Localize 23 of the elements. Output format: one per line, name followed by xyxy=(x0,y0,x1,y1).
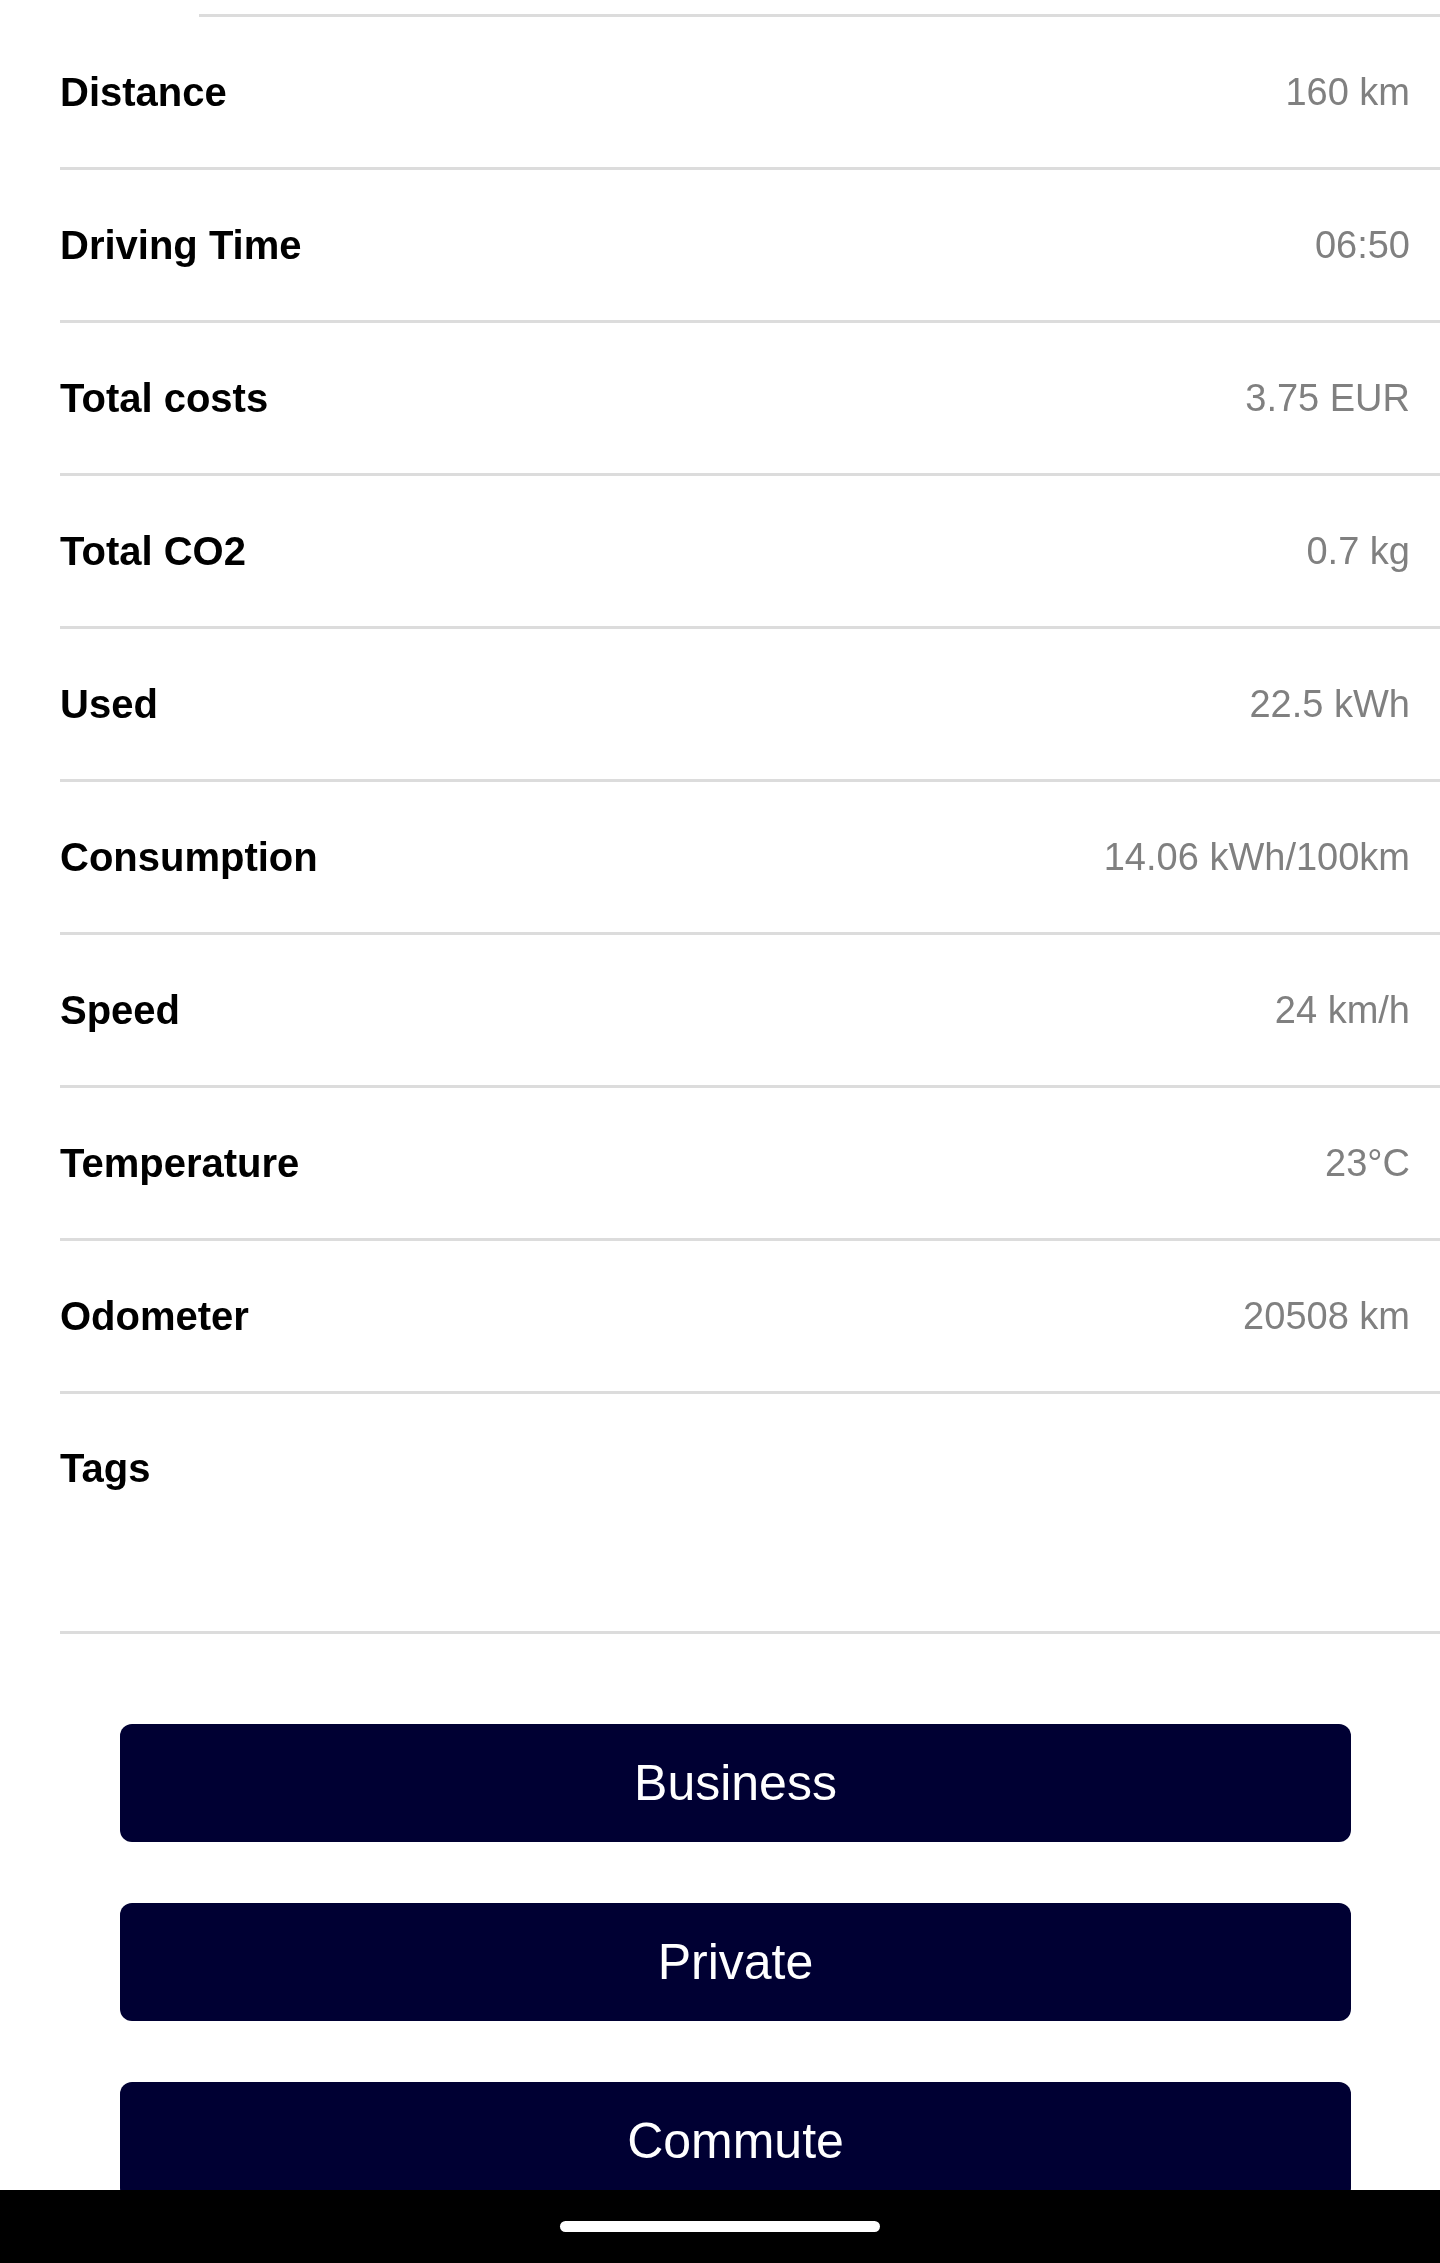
detail-value: 160 km xyxy=(1285,70,1410,114)
detail-value: 22.5 kWh xyxy=(1249,682,1410,726)
detail-value: 23°C xyxy=(1325,1141,1410,1185)
detail-label: Temperature xyxy=(60,1140,300,1186)
detail-label: Consumption xyxy=(60,834,318,880)
detail-label: Driving Time xyxy=(60,222,302,268)
home-handle[interactable] xyxy=(560,2221,880,2232)
detail-value: 24 km/h xyxy=(1274,988,1410,1032)
detail-value: 06:50 xyxy=(1314,223,1410,267)
detail-value: 3.75 EUR xyxy=(1245,376,1410,420)
category-button[interactable]: Private xyxy=(120,1903,1351,2021)
category-button[interactable]: Commute xyxy=(120,2082,1351,2190)
detail-label: Speed xyxy=(60,987,181,1033)
detail-label: Total CO2 xyxy=(60,528,246,574)
detail-label: Used xyxy=(60,681,158,727)
detail-label: Odometer xyxy=(60,1293,249,1339)
detail-value: 0.7 kg xyxy=(1306,529,1410,573)
tags-label: Tags xyxy=(60,1446,151,1491)
detail-label: Distance xyxy=(60,69,227,115)
detail-label: Total costs xyxy=(60,375,269,421)
detail-value: 20508 km xyxy=(1243,1294,1410,1338)
category-button[interactable]: Business xyxy=(120,1724,1351,1842)
detail-value: 14.06 kWh/100km xyxy=(1103,835,1410,879)
